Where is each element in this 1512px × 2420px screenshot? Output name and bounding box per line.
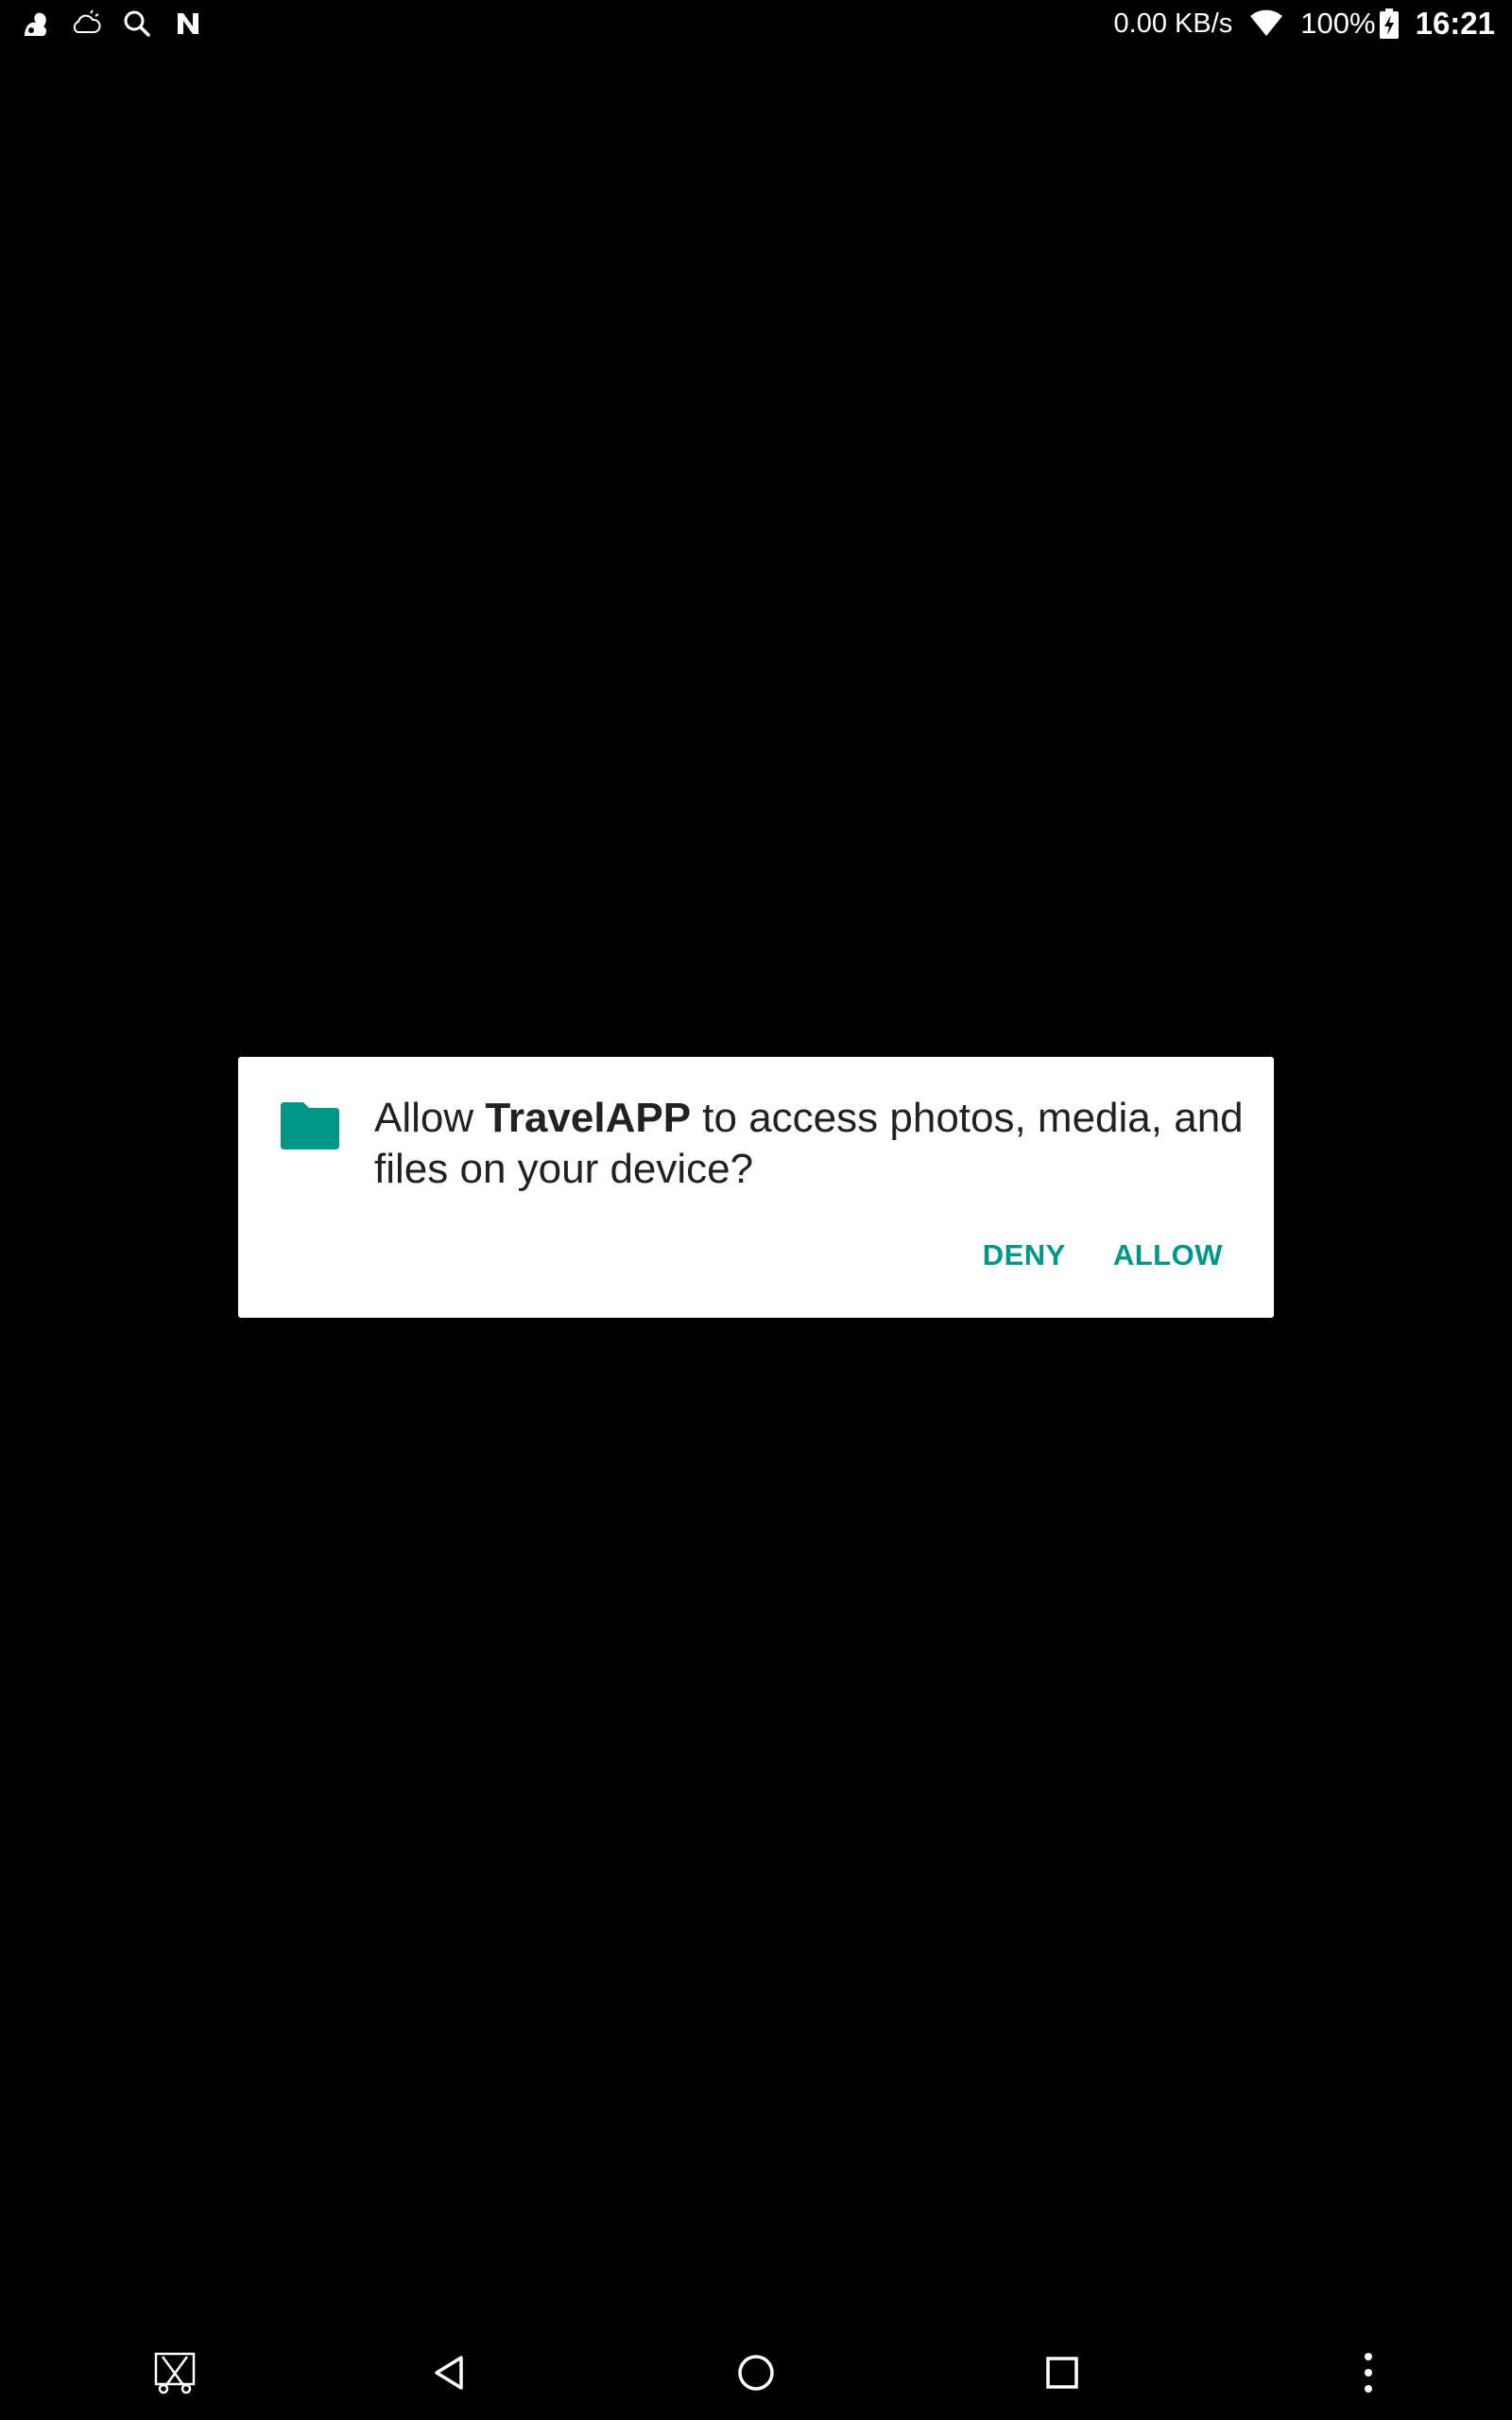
folder-icon xyxy=(281,1102,339,1150)
back-icon xyxy=(435,2356,463,2390)
home-button[interactable] xyxy=(730,2346,782,2399)
network-speed: 0.00 KB/s xyxy=(1113,8,1233,39)
n-app-icon xyxy=(178,13,198,34)
status-bar: 0.00 KB/s 100% 16:21 xyxy=(0,0,1512,47)
home-icon xyxy=(738,2355,774,2391)
search-icon xyxy=(124,10,150,37)
battery-charging-icon xyxy=(1379,9,1399,39)
wifi-icon xyxy=(1250,9,1283,36)
squirrel-app-icon xyxy=(25,12,46,36)
more-options-button[interactable] xyxy=(1342,2346,1395,2399)
navigation-bar xyxy=(0,2325,1512,2420)
recents-button[interactable] xyxy=(1036,2346,1089,2399)
weather-cloud-icon xyxy=(73,9,101,33)
allow-button[interactable]: ALLOW xyxy=(1113,1238,1223,1272)
dialog-actions: DENY ALLOW xyxy=(983,1238,1223,1272)
permission-dialog: Allow TravelAPP to access photos, media,… xyxy=(238,1057,1274,1318)
system-status: 0.00 KB/s 100% 16:21 xyxy=(1114,6,1495,42)
message-prefix: Allow xyxy=(374,1095,486,1141)
clock: 16:21 xyxy=(1415,6,1495,41)
screenshot-button[interactable] xyxy=(148,2346,201,2399)
deny-button[interactable]: DENY xyxy=(983,1238,1066,1272)
battery-percent: 100% xyxy=(1300,7,1376,40)
back-button[interactable] xyxy=(423,2346,476,2399)
recents-icon xyxy=(1046,2357,1078,2389)
dialog-message: Allow TravelAPP to access photos, media,… xyxy=(374,1093,1244,1195)
battery: 100% xyxy=(1300,7,1399,41)
app-name: TravelAPP xyxy=(485,1095,692,1141)
notification-icons xyxy=(19,8,204,40)
more-vert-icon xyxy=(1365,2353,1372,2393)
screenshot-icon xyxy=(154,2352,196,2394)
